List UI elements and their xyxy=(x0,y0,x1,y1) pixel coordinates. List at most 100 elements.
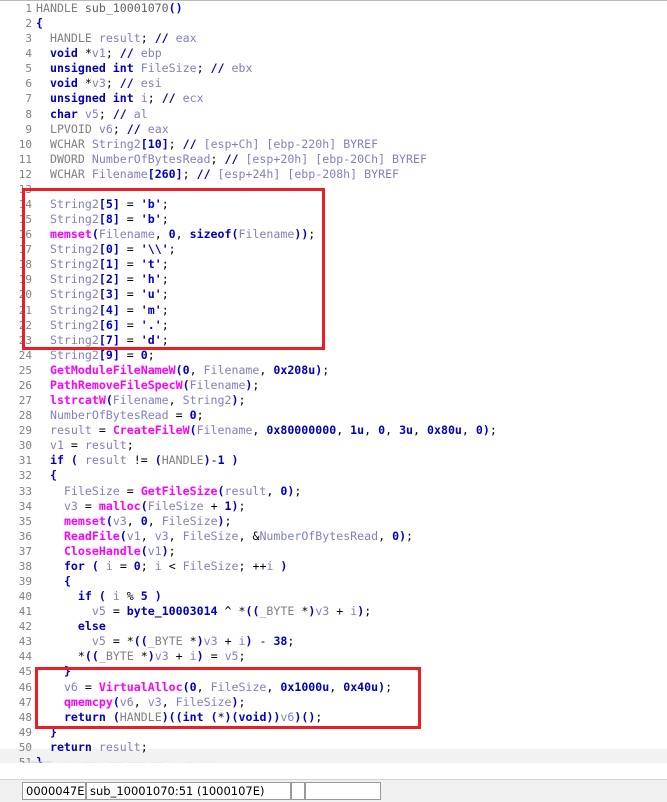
code-line-text[interactable]: char v5; // al xyxy=(36,107,148,122)
code-line-text[interactable]: FileSize = GetFileSize(result, 0); xyxy=(36,484,301,499)
code-line-text[interactable]: v5 = byte_10003014 ^ *((_BYTE *)v3 + i); xyxy=(36,604,371,619)
code-line[interactable]: 26 PathRemoveFileSpecW(Filename); xyxy=(0,378,667,393)
code-line-text[interactable]: } xyxy=(36,755,43,763)
code-line[interactable]: 38 for ( i = 0; i < FileSize; ++i ) xyxy=(0,559,667,574)
code-line[interactable]: 48 return (HANDLE)((int (*)(void))v6)(); xyxy=(0,710,667,725)
code-line-text[interactable]: DWORD NumberOfBytesRead; // [esp+20h] [e… xyxy=(36,152,427,167)
code-line[interactable]: 45 } xyxy=(0,664,667,679)
code-line[interactable]: 13 xyxy=(0,182,667,197)
code-line[interactable]: 5 unsigned int FileSize; // ebx xyxy=(0,61,667,76)
code-line-text[interactable]: LPVOID v6; // eax xyxy=(36,122,169,137)
code-line[interactable]: 28 NumberOfBytesRead = 0; xyxy=(0,408,667,423)
code-line-text[interactable]: PathRemoveFileSpecW(Filename); xyxy=(36,378,259,393)
code-line[interactable]: 34 v3 = malloc(FileSize + 1); xyxy=(0,499,667,514)
code-line-text[interactable]: String2[9] = 0; xyxy=(36,348,155,363)
code-line-text[interactable]: if ( i % 5 ) xyxy=(36,589,162,604)
code-line[interactable]: 32 { xyxy=(0,468,667,483)
code-line-text[interactable]: String2[0] = '\\'; xyxy=(36,242,176,257)
code-line[interactable]: 12 WCHAR Filename[260]; // [esp+24h] [eb… xyxy=(0,167,667,182)
code-line[interactable]: 18 String2[1] = 't'; xyxy=(0,257,667,272)
code-line[interactable]: 25 GetModuleFileNameW(0, Filename, 0x208… xyxy=(0,363,667,378)
code-line[interactable]: 24 String2[9] = 0; xyxy=(0,348,667,363)
code-line-text[interactable]: v6 = VirtualAlloc(0, FileSize, 0x1000u, … xyxy=(36,680,392,695)
code-line-text[interactable]: HANDLE sub_10001070() xyxy=(36,1,183,16)
code-line[interactable]: 37 CloseHandle(v1); xyxy=(0,544,667,559)
code-line[interactable]: 17 String2[0] = '\\'; xyxy=(0,242,667,257)
code-line-text[interactable]: unsigned int i; // ecx xyxy=(36,91,204,106)
code-line[interactable]: 1 HANDLE sub_10001070() xyxy=(0,1,667,16)
code-line-text[interactable]: { xyxy=(36,574,71,589)
code-line[interactable]: 29 result = CreateFileW(Filename, 0x8000… xyxy=(0,423,667,438)
code-line[interactable]: 23 String2[7] = 'd'; xyxy=(0,333,667,348)
code-line-text[interactable]: String2[1] = 't'; xyxy=(36,257,169,272)
code-line[interactable]: 22 String2[6] = '.'; xyxy=(0,318,667,333)
code-line-text[interactable]: { xyxy=(36,16,43,31)
code-line[interactable]: 21 String2[4] = 'm'; xyxy=(0,303,667,318)
code-line-text[interactable]: void *v3; // esi xyxy=(36,76,162,91)
code-line[interactable]: 14 String2[5] = 'b'; xyxy=(0,197,667,212)
code-line-text[interactable]: ReadFile(v1, v3, FileSize, &NumberOfByte… xyxy=(36,529,413,544)
code-line[interactable]: 19 String2[2] = 'h'; xyxy=(0,272,667,287)
code-line[interactable]: 15 String2[8] = 'b'; xyxy=(0,212,667,227)
code-line[interactable]: 9 LPVOID v6; // eax xyxy=(0,122,667,137)
code-line[interactable]: 40 if ( i % 5 ) xyxy=(0,589,667,604)
code-line[interactable]: 50 return result; xyxy=(0,740,667,755)
code-line-text[interactable]: } xyxy=(36,664,71,679)
code-line[interactable]: 44 *((_BYTE *)v3 + i) = v5; xyxy=(0,649,667,664)
code-line[interactable]: 49 } xyxy=(0,725,667,740)
code-line[interactable]: 51} xyxy=(0,755,667,763)
code-line-text[interactable]: NumberOfBytesRead = 0; xyxy=(36,408,204,423)
code-line-text[interactable]: unsigned int FileSize; // ebx xyxy=(36,61,252,76)
code-line-text[interactable]: String2[6] = '.'; xyxy=(36,318,169,333)
code-line[interactable]: 7 unsigned int i; // ecx xyxy=(0,91,667,106)
code-line-text[interactable]: v5 = *((_BYTE *)v3 + i) - 38; xyxy=(36,634,295,649)
code-line-text[interactable]: CloseHandle(v1); xyxy=(36,544,176,559)
code-line[interactable]: 3 HANDLE result; // eax xyxy=(0,31,667,46)
code-line[interactable]: 6 void *v3; // esi xyxy=(0,76,667,91)
code-line[interactable]: 10 WCHAR String2[10]; // [esp+Ch] [ebp-2… xyxy=(0,137,667,152)
code-line-text[interactable]: String2[2] = 'h'; xyxy=(36,272,169,287)
code-line-text[interactable]: memset(Filename, 0, sizeof(Filename)); xyxy=(36,227,315,242)
code-line-text[interactable]: WCHAR String2[10]; // [esp+Ch] [ebp-220h… xyxy=(36,137,378,152)
pseudocode-code-area[interactable]: 1 HANDLE sub_10001070() 2{3 HANDLE result;… xyxy=(0,1,667,763)
code-line-text[interactable]: return result; xyxy=(36,740,148,755)
code-line-text[interactable]: v3 = malloc(FileSize + 1); xyxy=(36,499,246,514)
code-line-text[interactable]: result = CreateFileW(Filename, 0x8000000… xyxy=(36,423,497,438)
code-line[interactable]: 35 memset(v3, 0, FileSize); xyxy=(0,514,667,529)
code-line-text[interactable]: else xyxy=(36,619,106,634)
code-line[interactable]: 46 v6 = VirtualAlloc(0, FileSize, 0x1000… xyxy=(0,680,667,695)
code-line[interactable]: 16 memset(Filename, 0, sizeof(Filename))… xyxy=(0,227,667,242)
code-line-text[interactable]: WCHAR Filename[260]; // [esp+24h] [ebp-2… xyxy=(36,167,399,182)
code-line[interactable]: 36 ReadFile(v1, v3, FileSize, &NumberOfB… xyxy=(0,529,667,544)
code-line-text[interactable]: lstrcatW(Filename, String2); xyxy=(36,393,245,408)
code-line[interactable]: 33 FileSize = GetFileSize(result, 0); xyxy=(0,484,667,499)
code-line-text[interactable]: String2[7] = 'd'; xyxy=(36,333,169,348)
code-line-text[interactable]: HANDLE result; // eax xyxy=(36,31,197,46)
code-line-text[interactable]: qmemcpy(v6, v3, FileSize); xyxy=(36,695,246,710)
code-line-text[interactable]: String2[5] = 'b'; xyxy=(36,197,169,212)
code-line-text[interactable]: memset(v3, 0, FileSize); xyxy=(36,514,232,529)
code-line[interactable]: 30 v1 = result; xyxy=(0,438,667,453)
code-line[interactable]: 27 lstrcatW(Filename, String2); xyxy=(0,393,667,408)
code-line[interactable]: 42 else xyxy=(0,619,667,634)
code-line-text[interactable]: *((_BYTE *)v3 + i) = v5; xyxy=(36,649,246,664)
code-line-text[interactable]: String2[3] = 'u'; xyxy=(36,287,169,302)
code-line[interactable]: 41 v5 = byte_10003014 ^ *((_BYTE *)v3 + … xyxy=(0,604,667,619)
code-line[interactable]: 2{ xyxy=(0,16,667,31)
code-line-text[interactable]: void *v1; // ebp xyxy=(36,46,162,61)
code-line-text[interactable]: if ( result != (HANDLE)-1 ) xyxy=(36,453,239,468)
code-line[interactable]: 8 char v5; // al xyxy=(0,107,667,122)
code-line-text[interactable]: { xyxy=(36,468,57,483)
code-line[interactable]: 39 { xyxy=(0,574,667,589)
code-line[interactable]: 20 String2[3] = 'u'; xyxy=(0,287,667,302)
code-line[interactable]: 47 qmemcpy(v6, v3, FileSize); xyxy=(0,695,667,710)
code-line[interactable]: 4 void *v1; // ebp xyxy=(0,46,667,61)
code-line-text[interactable]: for ( i = 0; i < FileSize; ++i ) xyxy=(36,559,287,574)
code-line-list[interactable]: 1 HANDLE sub_10001070() 2{3 HANDLE result;… xyxy=(0,1,667,763)
code-line-text[interactable]: v1 = result; xyxy=(36,438,134,453)
code-line-text[interactable]: } xyxy=(36,725,57,740)
code-line[interactable]: 31 if ( result != (HANDLE)-1 ) xyxy=(0,453,667,468)
code-line[interactable]: 43 v5 = *((_BYTE *)v3 + i) - 38; xyxy=(0,634,667,649)
code-line-text[interactable]: String2[4] = 'm'; xyxy=(36,303,169,318)
code-line-text[interactable]: GetModuleFileNameW(0, Filename, 0x208u); xyxy=(36,363,329,378)
